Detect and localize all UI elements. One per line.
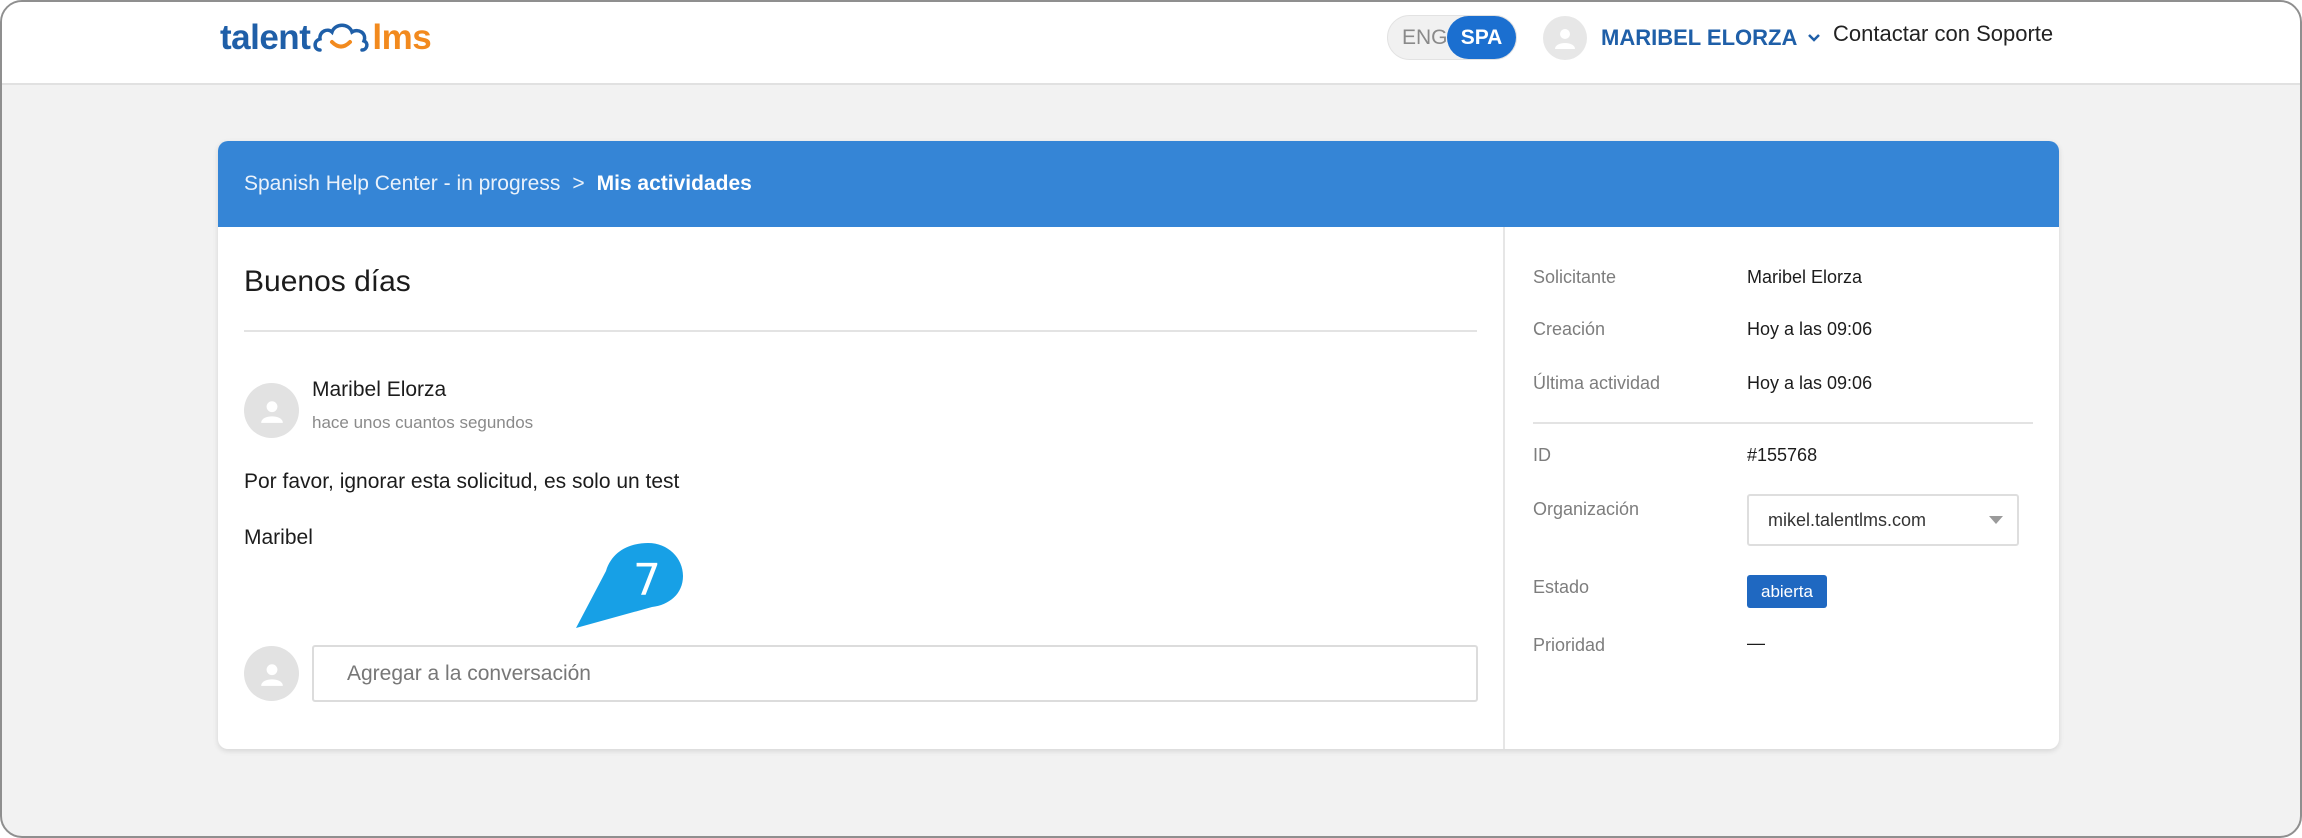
created-value: Hoy a las 09:06 [1747, 319, 1873, 339]
top-navigation-bar: talent lms ENG SPA MARIBEL ELORZA Contac… [2, 2, 2300, 85]
chevron-down-icon [1808, 33, 1821, 42]
last-activity-label: Última actividad [1533, 373, 1661, 393]
priority-value: — [1747, 633, 1765, 653]
ticket-details-pane: Solicitante Maribel Elorza Creación Hoy … [1507, 227, 2059, 749]
user-silhouette-icon [260, 400, 283, 423]
language-toggle: ENG SPA [1387, 15, 1517, 60]
breadcrumb: Spanish Help Center - in progress > Mis … [218, 141, 2059, 227]
breadcrumb-separator: > [572, 172, 585, 195]
requester-label: Solicitante [1533, 267, 1617, 287]
reply-avatar [244, 646, 299, 701]
talentlms-logo[interactable]: talent lms [220, 14, 432, 62]
organization-select[interactable]: mikel.talentlms.com [1747, 494, 2019, 546]
author-avatar [244, 383, 299, 438]
message-author: Maribel Elorza [312, 378, 447, 401]
ticket-conversation-pane: Buenos días Maribel Elorza hace unos cua… [218, 227, 1505, 749]
status-badge: abierta [1747, 575, 1827, 608]
step-callout-number: 7 [633, 555, 661, 606]
browser-frame: talent lms ENG SPA MARIBEL ELORZA Contac… [0, 0, 2302, 838]
user-avatar [1543, 15, 1587, 60]
user-menu[interactable]: MARIBEL ELORZA [1543, 15, 1821, 60]
user-silhouette-icon [1555, 28, 1575, 49]
dropdown-caret-icon [1989, 516, 2003, 524]
message-timestamp: hace unos cuantos segundos [312, 413, 534, 432]
status-label: Estado [1533, 577, 1590, 597]
message-signature: Maribel [244, 526, 313, 549]
user-silhouette-icon [260, 663, 283, 686]
message-text-line: Por favor, ignorar esta solicitud, es so… [244, 470, 680, 493]
breadcrumb-parent-link[interactable]: Spanish Help Center - in progress [244, 172, 560, 196]
last-activity-value: Hoy a las 09:06 [1747, 373, 1873, 393]
language-option-eng[interactable]: ENG [1402, 16, 1448, 59]
details-divider [1533, 422, 2033, 424]
breadcrumb-current: Mis actividades [596, 172, 752, 195]
organization-label: Organización [1533, 499, 1640, 519]
ticket-card: Spanish Help Center - in progress > Mis … [218, 141, 2059, 749]
id-label: ID [1533, 445, 1551, 465]
logo-text-talent: talent [220, 18, 311, 57]
cloud-smile-icon [313, 23, 369, 52]
contact-support-link[interactable]: Contactar con Soporte [1833, 21, 2053, 47]
requester-value: Maribel Elorza [1747, 267, 1863, 287]
language-option-spa[interactable]: SPA [1447, 16, 1516, 59]
title-divider [244, 330, 1477, 332]
reply-input[interactable] [312, 645, 1478, 702]
logo-text-lms: lms [372, 18, 432, 57]
user-name: MARIBEL ELORZA [1601, 24, 1798, 50]
organization-selected-value: mikel.talentlms.com [1768, 509, 1927, 530]
priority-label: Prioridad [1533, 635, 1606, 655]
id-value: #155768 [1747, 445, 1818, 465]
ticket-title: Buenos días [244, 265, 411, 298]
created-label: Creación [1533, 319, 1606, 339]
